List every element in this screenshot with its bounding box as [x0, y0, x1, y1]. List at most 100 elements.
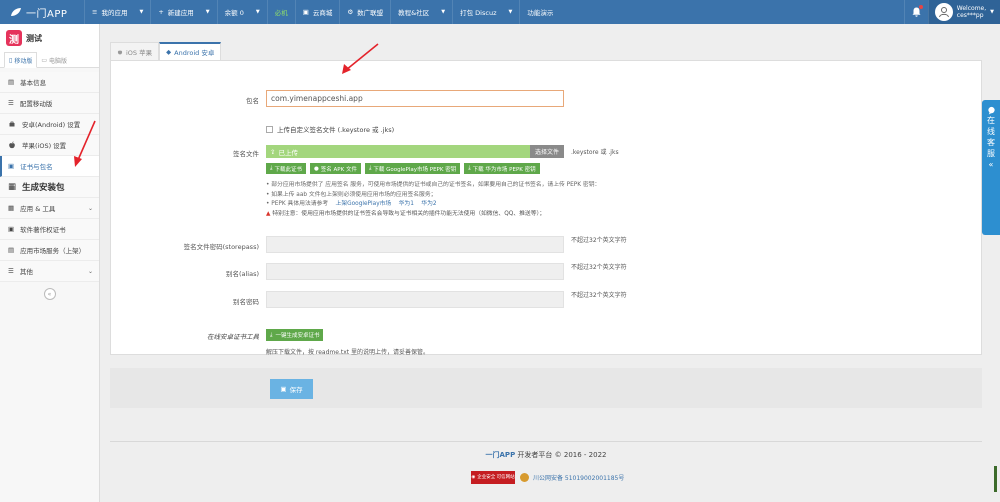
grid-icon: ▦ — [8, 204, 15, 212]
note-line-refs: • PEPK 具体用法请参考 上架GooglePlay市场 华为1 华为2 — [266, 200, 600, 210]
nav-new-app[interactable]: + 新建应用 ▼ — [150, 0, 216, 24]
custom-sign-checkbox[interactable] — [266, 125, 273, 133]
certificate-actions: ⤓ 下载此证书 ● 签名 APK 文件 ⤓ 下载 GooglePlay市场 PE… — [266, 163, 540, 174]
link-huawei-1[interactable]: 华为1 — [399, 201, 414, 207]
sidebar-item-android[interactable]: 安卓(Android) 设置 — [0, 114, 99, 135]
notification-bell-button[interactable] — [903, 0, 928, 24]
mobile-icon: ▯ — [9, 56, 13, 64]
alias-password-hint: 不超过32个英文字符 — [571, 292, 627, 299]
store-icon: ▤ — [8, 246, 15, 254]
calendar-icon: ▣ — [302, 8, 309, 16]
nav-my-apps[interactable]: ≡ 我的应用 ▼ — [84, 0, 150, 24]
sidebar-item-label: 配置移动版 — [19, 100, 53, 108]
alias-input[interactable] — [266, 263, 564, 280]
nav-demo[interactable]: 功能演示 — [519, 0, 560, 24]
chevron-down-icon: ⌄ — [87, 204, 93, 212]
avatar — [934, 3, 953, 21]
chat-icon — [987, 106, 996, 115]
nav-ad-alliance[interactable]: ⚙ 数广联盟 — [339, 0, 390, 24]
package-icon: ▦ — [8, 182, 17, 192]
download-cert-button[interactable]: ⤓ 下载此证书 — [266, 163, 306, 174]
police-record-link[interactable]: 川公网安备 51019002001185号 — [533, 473, 624, 482]
link-huawei-2[interactable]: 华为2 — [421, 201, 436, 207]
chevron-left-icon: « — [988, 160, 994, 169]
online-service-tab[interactable]: 在 线 客 服 « — [982, 100, 1000, 235]
sidebar-item-label: 基本信息 — [20, 79, 47, 87]
save-button[interactable]: ▣ 保存 — [270, 379, 313, 399]
download-icon: ⤓ — [368, 165, 372, 171]
badge-text: 企业安全 可信网站 — [477, 475, 515, 480]
tab-android[interactable]: ◆ Android 安卓 — [159, 42, 222, 60]
sidebar-item-label: 应用市场服务（上架） — [20, 247, 86, 255]
user-menu[interactable]: Welcome, ces***pp ▼ — [927, 0, 1000, 24]
sidebar-item-apps-tools[interactable]: ▦ 应用 & 工具 ⌄ — [0, 198, 99, 219]
sidebar-item-build-package[interactable]: ▦ 生成安装包 — [0, 177, 99, 198]
nav-cloud-store[interactable]: ▣ 云商城 — [294, 0, 340, 24]
nav-discuz[interactable]: 打包 Discuz ▼ — [452, 0, 519, 24]
tab-mobile[interactable]: ▯ 移动版 — [4, 52, 38, 68]
sidebar-item-label: 应用 & 工具 — [20, 205, 56, 213]
sign-apk-button[interactable]: ● 签名 APK 文件 — [309, 163, 361, 174]
sidebar-item-label: 证书与包名 — [20, 163, 53, 171]
sidebar-item-copyright[interactable]: ▣ 软件著作权证书 — [0, 219, 99, 240]
nav-tutorials[interactable]: 教程&社区 ▼ — [390, 0, 452, 24]
custom-sign-checkbox-label: 上传自定义签名文件 (.keystore 或 .jks) — [277, 126, 395, 134]
nav-discuz-label: 打包 Discuz — [460, 9, 497, 17]
brand-logo[interactable]: 一门APP — [0, 0, 84, 24]
certificate-icon: ▣ — [8, 162, 15, 170]
service-char: 在 — [987, 116, 995, 125]
download-huawei-pepk-button[interactable]: ⤓ 下载 华为市场 PEPK 密钥 — [464, 163, 540, 174]
sign-notes: • 部分应用市场提供了 应用签名 服务，可使用市场提供的证书或自己的证书签名，如… — [266, 181, 600, 219]
sign-apk-label: 签名 APK 文件 — [320, 166, 357, 173]
nav-my-apps-label: 我的应用 — [101, 9, 128, 17]
sidebar-item-label: 安卓(Android) 设置 — [22, 121, 81, 129]
chevron-left-icon: « — [47, 290, 52, 298]
package-name-input[interactable]: com.yimenappceshi.app — [266, 90, 564, 107]
sidebar-item-other[interactable]: ☰ 其他 ⌄ — [0, 261, 99, 282]
tab-mobile-label: 移动版 — [14, 57, 33, 65]
file-types-hint: .keystore 或 .jks — [571, 149, 619, 156]
choose-file-button[interactable]: 选择文件 — [529, 145, 564, 158]
note-line: • 如果上传 aab 文件包上架则必须使用应用市场的应用签名服务； — [266, 191, 437, 198]
sidebar-item-certificate[interactable]: ▣ 证书与包名 — [0, 156, 99, 177]
sidebar-item-mobile-config[interactable]: ☰ 配置移动版 — [0, 93, 99, 114]
sidebar-item-store-service[interactable]: ▤ 应用市场服务（上架） — [0, 240, 99, 261]
nav-balance[interactable]: 余额 0 ▼ — [216, 0, 267, 24]
caret-down-icon: ▼ — [205, 9, 210, 15]
sidebar-collapse-button[interactable]: « — [43, 288, 56, 300]
sidebar-item-ios[interactable]: 苹果(iOS) 设置 — [0, 135, 99, 156]
brand-name: 一门APP — [26, 8, 68, 20]
download-googleplay-pepk-button[interactable]: ⤓ 下载 GooglePlay市场 PEPK 密钥 — [364, 163, 461, 174]
footer-brand[interactable]: 一门APP — [486, 451, 516, 459]
scrollbar-indicator[interactable] — [994, 466, 997, 492]
service-char: 线 — [987, 127, 995, 136]
generate-cert-button[interactable]: ⤓ 一键生成安卓证书 — [266, 329, 324, 341]
download-huawei-pepk-label: 下载 华为市场 PEPK 密钥 — [472, 166, 536, 173]
trusted-site-badge[interactable]: ◉ 企业安全 可信网站 — [470, 470, 516, 485]
android-icon — [8, 120, 16, 128]
sidebar-item-label: 苹果(iOS) 设置 — [22, 142, 67, 150]
nav-live-label: 必机 — [274, 9, 288, 17]
caret-down-icon: ▼ — [508, 9, 513, 15]
link-googleplay[interactable]: 上架GooglePlay市场 — [336, 201, 392, 207]
nav-live[interactable]: 必机 — [266, 0, 295, 24]
storepass-input[interactable] — [266, 236, 564, 253]
alias-password-input[interactable] — [266, 291, 564, 308]
footer: 一门APP 开发者平台 © 2016 - 2022 — [110, 450, 982, 460]
tab-ios-label: iOS 苹果 — [126, 48, 153, 57]
copyright-icon: ▣ — [8, 225, 15, 233]
app-name: 测试 — [26, 33, 42, 43]
sidebar-item-label: 其他 — [19, 268, 33, 276]
monitor-icon: ▭ — [41, 56, 47, 64]
download-cert-label: 下载此证书 — [274, 166, 302, 173]
sidebar-item-basic-info[interactable]: ▤ 基本信息 — [0, 72, 99, 93]
custom-sign-row[interactable]: 上传自定义签名文件 (.keystore 或 .jks) — [266, 124, 394, 134]
tab-desktop[interactable]: ▭ 电脑版 — [37, 52, 71, 68]
upload-icon: ⇪ — [270, 147, 276, 156]
nav-tutorials-label: 教程&社区 — [398, 9, 430, 17]
sidebar: 测 测试 ▯ 移动版 ▭ 电脑版 ▤ 基本信息 ☰ 配置移动版 安卓(Andro… — [0, 24, 100, 502]
download-icon: ⤓ — [468, 165, 471, 171]
tab-ios[interactable]: iOS 苹果 — [110, 42, 160, 60]
apple-icon — [8, 141, 16, 149]
save-label: 保存 — [289, 386, 303, 394]
